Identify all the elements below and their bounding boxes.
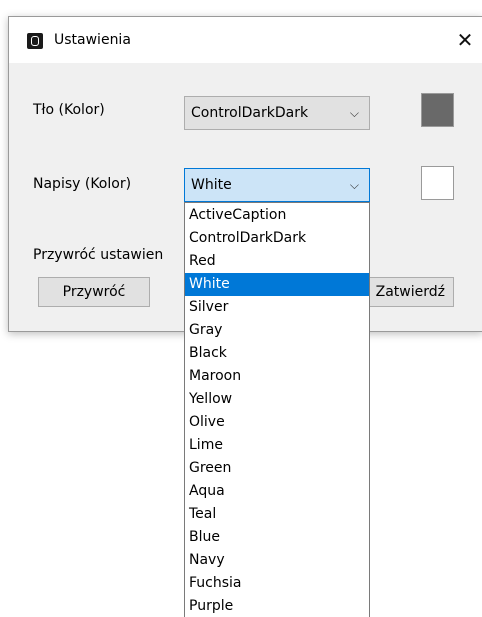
background-color-swatch [421, 93, 454, 127]
dropdown-option[interactable]: Black [185, 342, 369, 365]
dropdown-option[interactable]: Purple [185, 595, 369, 617]
text-color-select[interactable]: White ⌵ [184, 168, 370, 202]
reset-button[interactable]: Przywróć [38, 277, 150, 307]
app-icon [27, 33, 43, 49]
dropdown-option[interactable]: Olive [185, 411, 369, 434]
dropdown-list: ActiveCaption ControlDarkDark Red White Silv… [185, 204, 369, 617]
dropdown-option[interactable]: Aqua [185, 480, 369, 503]
dropdown-option[interactable]: Fuchsia [185, 572, 369, 595]
dropdown-option[interactable]: Blue [185, 526, 369, 549]
text-color-value: White [191, 177, 232, 193]
dropdown-option[interactable]: Maroon [185, 365, 369, 388]
text-color-dropdown: ActiveCaption ControlDarkDark Red White Silv… [184, 202, 370, 617]
reset-settings-label: Przywróć ustawien [33, 247, 164, 263]
dropdown-option[interactable]: ActiveCaption [185, 204, 369, 227]
background-color-value: ControlDarkDark [191, 105, 309, 121]
dropdown-option[interactable]: Navy [185, 549, 369, 572]
text-color-label: Napisy (Kolor) [33, 176, 132, 192]
title-bar: Ustawienia ✕ [9, 17, 482, 63]
background-color-select[interactable]: ControlDarkDark ⌵ [184, 96, 370, 130]
dropdown-option[interactable]: White [185, 273, 369, 296]
text-color-swatch [421, 166, 454, 200]
window-title: Ustawienia [54, 32, 131, 48]
chevron-down-icon: ⌵ [349, 178, 359, 192]
close-icon[interactable]: ✕ [449, 25, 481, 55]
dropdown-option[interactable]: Teal [185, 503, 369, 526]
background-color-label: Tło (Kolor) [33, 102, 105, 118]
dropdown-option[interactable]: Gray [185, 319, 369, 342]
dropdown-option[interactable]: Lime [185, 434, 369, 457]
dropdown-option[interactable]: Red [185, 250, 369, 273]
dropdown-option[interactable]: ControlDarkDark [185, 227, 369, 250]
dropdown-option[interactable]: Yellow [185, 388, 369, 411]
dropdown-option[interactable]: Green [185, 457, 369, 480]
dropdown-option[interactable]: Silver [185, 296, 369, 319]
chevron-down-icon: ⌵ [349, 106, 359, 120]
